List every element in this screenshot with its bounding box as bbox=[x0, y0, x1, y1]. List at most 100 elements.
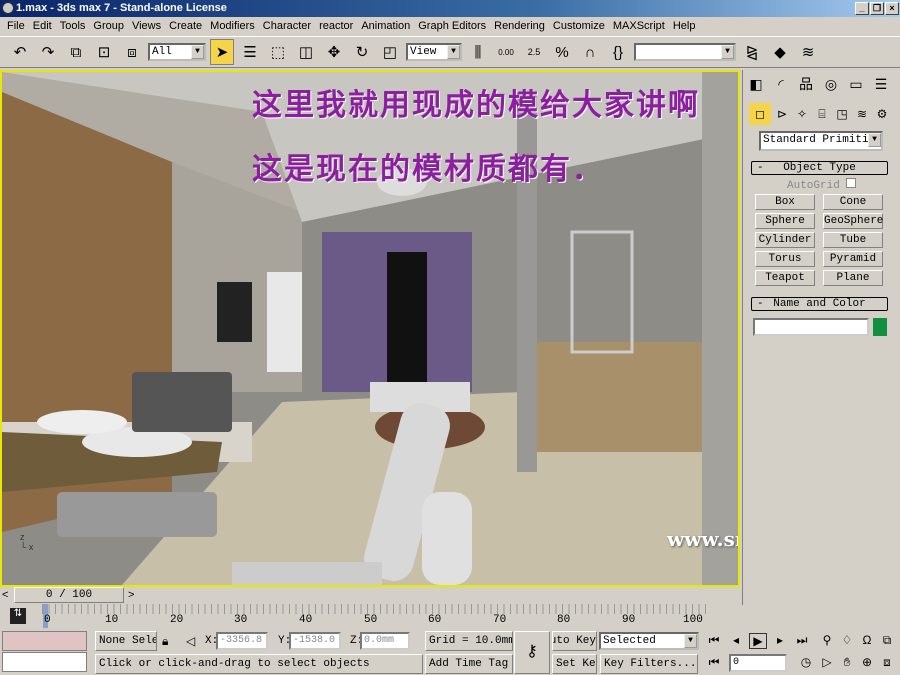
angle-snap-icon[interactable]: 2.5 bbox=[522, 39, 546, 65]
space-warps-icon[interactable]: ≋ bbox=[851, 103, 873, 125]
rect-selection-icon[interactable]: ⬚ bbox=[266, 39, 290, 65]
key-mode-dropdown[interactable]: Selected ▼ bbox=[599, 632, 699, 650]
menu-character[interactable]: Character bbox=[259, 17, 315, 35]
time-slider-thumb[interactable]: 0 / 100 bbox=[14, 587, 124, 603]
display-tab-icon[interactable]: ▭ bbox=[845, 73, 867, 95]
geosphere-button[interactable]: GeoSphere bbox=[823, 213, 883, 229]
pan-icon[interactable]: ✋︎ bbox=[838, 655, 856, 670]
menu-create[interactable]: Create bbox=[165, 17, 206, 35]
time-config-icon[interactable]: ◷ bbox=[797, 655, 815, 669]
bind-space-warp-icon[interactable]: ⧈ bbox=[120, 39, 144, 65]
key-mode-toggle-icon[interactable]: ⏮ bbox=[705, 655, 723, 670]
lights-icon[interactable]: ✧ bbox=[791, 103, 813, 125]
maximize-viewport-icon[interactable]: ⧉ bbox=[878, 633, 896, 648]
tube-button[interactable]: Tube bbox=[823, 232, 883, 248]
zoom-all-icon[interactable]: ♢ bbox=[838, 633, 856, 647]
cone-button[interactable]: Cone bbox=[823, 194, 883, 210]
align-icon[interactable]: ◆ bbox=[768, 39, 792, 65]
maximize-button[interactable]: ❐ bbox=[870, 2, 884, 15]
teapot-button[interactable]: Teapot bbox=[755, 270, 815, 286]
edit-named-selections-icon[interactable]: {} bbox=[606, 39, 630, 65]
menu-reactor[interactable]: reactor bbox=[315, 17, 357, 35]
auto-key-button[interactable]: Auto Key bbox=[552, 631, 597, 651]
selection-filter-dropdown[interactable]: All ▼ bbox=[148, 43, 206, 61]
prev-frame-button[interactable]: < bbox=[2, 589, 8, 601]
snap-toggle-icon[interactable]: ∩ bbox=[578, 39, 602, 65]
menu-rendering[interactable]: Rendering bbox=[490, 17, 549, 35]
menu-graph-editors[interactable]: Graph Editors bbox=[414, 17, 490, 35]
cameras-icon[interactable]: ⌸ bbox=[811, 103, 833, 125]
min-max-toggle-icon[interactable]: ⧈ bbox=[878, 655, 896, 670]
undo-icon[interactable]: ↶ bbox=[8, 39, 32, 65]
play-icon[interactable]: ▶ bbox=[749, 633, 767, 649]
absolute-mode-icon[interactable]: ◁ bbox=[186, 634, 195, 648]
reference-coord-dropdown[interactable]: View ▼ bbox=[406, 43, 462, 61]
camera-viewport[interactable]: 这里我就用现成的模给大家讲啊 这是现在的模材质都有． www.snren.com… bbox=[0, 70, 740, 587]
fov-icon[interactable]: ▷ bbox=[818, 655, 836, 669]
minimize-button[interactable]: _ bbox=[855, 2, 869, 15]
layer-manager-icon[interactable]: ≋ bbox=[796, 39, 820, 65]
prev-frame-icon[interactable]: ◂ bbox=[727, 633, 745, 647]
maxscript-listener-white[interactable] bbox=[2, 652, 87, 672]
torus-button[interactable]: Torus bbox=[755, 251, 815, 267]
object-type-rollout[interactable]: - Object Type bbox=[751, 161, 888, 175]
dolly-icon[interactable]: Ω bbox=[858, 633, 876, 647]
next-frame-button[interactable]: > bbox=[128, 589, 134, 601]
add-time-tag-button[interactable]: Add Time Tag bbox=[425, 654, 513, 674]
name-and-color-rollout[interactable]: - Name and Color bbox=[751, 297, 888, 311]
shapes-icon[interactable]: ⊳ bbox=[771, 103, 793, 125]
orbit-icon[interactable]: ⊕ bbox=[858, 655, 876, 669]
select-by-name-icon[interactable]: ☰ bbox=[238, 39, 262, 65]
menu-animation[interactable]: Animation bbox=[357, 17, 414, 35]
menu-edit[interactable]: Edit bbox=[29, 17, 56, 35]
autogrid-checkbox[interactable]: AutoGrid bbox=[787, 178, 857, 192]
menu-help[interactable]: Help bbox=[669, 17, 700, 35]
menu-customize[interactable]: Customize bbox=[549, 17, 609, 35]
box-button[interactable]: Box bbox=[755, 194, 815, 210]
unlink-icon[interactable]: ⊡ bbox=[92, 39, 116, 65]
named-selection-dropdown[interactable]: ▼ bbox=[634, 43, 736, 61]
goto-start-icon[interactable]: ⏮ bbox=[705, 633, 723, 648]
utilities-tab-icon[interactable]: ☰ bbox=[870, 73, 892, 95]
select-object-icon[interactable]: ➤ bbox=[210, 39, 234, 65]
move-icon[interactable]: ✥ bbox=[322, 39, 346, 65]
hierarchy-tab-icon[interactable]: 品 bbox=[795, 73, 817, 95]
y-coordinate-input[interactable]: -1538.0 bbox=[289, 632, 341, 650]
lock-icon[interactable]: 🔒︎ bbox=[162, 634, 168, 649]
z-coordinate-input[interactable]: 0.0mm bbox=[360, 632, 410, 650]
sphere-button[interactable]: Sphere bbox=[755, 213, 815, 229]
pivot-center-icon[interactable]: ⫼ bbox=[466, 39, 490, 65]
systems-icon[interactable]: ⚙ bbox=[871, 103, 893, 125]
menu-maxscript[interactable]: MAXScript bbox=[609, 17, 669, 35]
goto-end-icon[interactable]: ⏭ bbox=[793, 633, 811, 648]
set-key-button[interactable]: Set Key bbox=[552, 654, 597, 674]
close-button[interactable]: × bbox=[885, 2, 899, 15]
helpers-icon[interactable]: ◳ bbox=[831, 103, 853, 125]
menu-group[interactable]: Group bbox=[89, 17, 128, 35]
object-name-input[interactable] bbox=[753, 318, 869, 336]
create-tab-icon[interactable]: ◧ bbox=[745, 73, 767, 95]
menu-tools[interactable]: Tools bbox=[56, 17, 90, 35]
current-frame-input[interactable]: 0 bbox=[729, 654, 787, 672]
rotate-icon[interactable]: ↻ bbox=[350, 39, 374, 65]
cylinder-button[interactable]: Cylinder bbox=[755, 232, 815, 248]
pyramid-button[interactable]: Pyramid bbox=[823, 251, 883, 267]
mirror-icon[interactable]: ⧎ bbox=[740, 39, 764, 65]
menu-file[interactable]: File bbox=[3, 17, 29, 35]
plane-button[interactable]: Plane bbox=[823, 270, 883, 286]
category-dropdown[interactable]: Standard Primitiv ▼ bbox=[759, 131, 883, 151]
percent-snap-icon[interactable]: % bbox=[550, 39, 574, 65]
motion-tab-icon[interactable]: ◎ bbox=[820, 73, 842, 95]
zoom-icon[interactable]: ⚲ bbox=[818, 633, 836, 647]
time-slider[interactable]: < 0 / 100 > bbox=[0, 587, 740, 604]
redo-icon[interactable]: ↷ bbox=[36, 39, 60, 65]
select-and-link-icon[interactable]: ⧉ bbox=[64, 39, 88, 65]
scale-icon[interactable]: ◰ bbox=[378, 39, 402, 65]
menu-views[interactable]: Views bbox=[128, 17, 165, 35]
maxscript-listener-pink[interactable] bbox=[2, 631, 87, 651]
menu-modifiers[interactable]: Modifiers bbox=[206, 17, 259, 35]
geometry-icon[interactable]: ◻ bbox=[749, 103, 771, 125]
spinner-snap-icon[interactable]: 0.00 bbox=[494, 39, 518, 65]
object-color-swatch[interactable] bbox=[873, 318, 887, 336]
modify-tab-icon[interactable]: ◜ bbox=[770, 73, 792, 95]
